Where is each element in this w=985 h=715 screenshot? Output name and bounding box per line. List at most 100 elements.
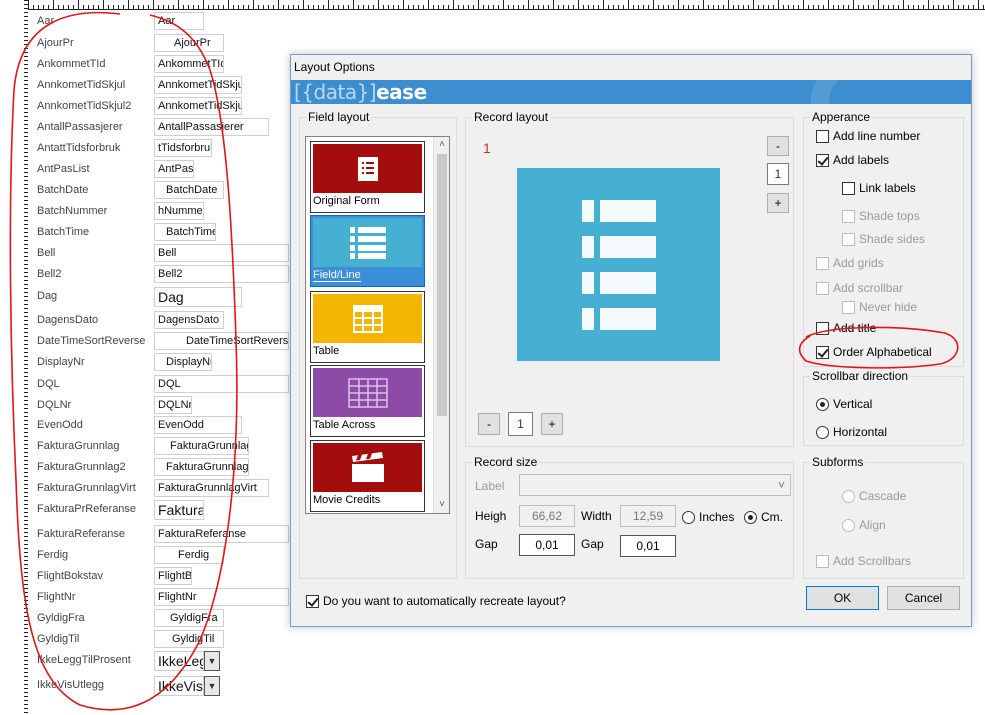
align-radio[interactable]: Align <box>842 518 886 532</box>
form-field-control[interactable]: hNummer <box>154 202 204 220</box>
form-field-label[interactable]: Bell2 <box>37 268 61 280</box>
form-field-label[interactable]: FakturaGrunnlagVirt <box>37 482 136 494</box>
record-bottom-minus-button[interactable]: - <box>478 413 500 435</box>
form-field-control[interactable]: FlightNr <box>154 588 289 606</box>
form-field-control[interactable]: GyldigFra <box>154 609 224 627</box>
layout-option-field-line[interactable]: Field/Line <box>310 215 425 287</box>
add-scrollbars-checkbox[interactable]: Add Scrollbars <box>816 554 911 568</box>
form-field-control[interactable]: DisplayNr <box>154 353 212 371</box>
order-alphabetical-checkbox[interactable]: Order Alphabetical <box>816 345 932 359</box>
form-field-label[interactable]: DQL <box>37 378 60 390</box>
form-field-control[interactable]: Aar <box>154 12 204 30</box>
form-field-label[interactable]: DagensDato <box>37 314 98 326</box>
chevron-down-icon[interactable]: ▼ <box>204 676 220 696</box>
never-hide-checkbox[interactable]: Never hide <box>842 300 917 314</box>
form-field-label[interactable]: GyldigFra <box>37 612 85 624</box>
form-field-label[interactable]: FakturaGrunnlag <box>37 440 120 452</box>
gap2-input[interactable]: 0,01 <box>620 535 676 557</box>
form-field-control[interactable]: Ferdig <box>154 546 224 564</box>
form-field-label[interactable]: AnnkometTidSkjul <box>37 79 125 91</box>
form-field-control[interactable]: Dag <box>154 287 242 307</box>
form-field-control[interactable]: FakturaGrunnlagVirt <box>154 479 269 497</box>
form-field-label[interactable]: FakturaGrunnlag2 <box>37 461 126 473</box>
form-field-label[interactable]: FakturaPrReferanse <box>37 503 136 515</box>
horizontal-radio[interactable]: Horizontal <box>816 425 887 439</box>
form-field-label[interactable]: EvenOdd <box>37 419 83 431</box>
form-field-control[interactable]: Bell <box>154 244 289 262</box>
add-labels-checkbox[interactable]: Add labels <box>816 153 889 167</box>
form-field-control[interactable]: Fakturaf <box>154 500 204 520</box>
form-field-label[interactable]: Dag <box>37 290 57 302</box>
form-field-label[interactable]: Bell <box>37 247 55 259</box>
form-field-label[interactable]: AntallPassasjerer <box>37 121 123 133</box>
scrollbar-thumb[interactable] <box>437 154 447 416</box>
add-grids-checkbox[interactable]: Add grids <box>816 256 884 270</box>
form-field-control[interactable]: AnnkometTidSkjul <box>154 76 242 94</box>
gap-input[interactable]: 0,01 <box>519 534 575 556</box>
link-labels-checkbox[interactable]: Link labels <box>842 181 916 195</box>
vertical-radio[interactable]: Vertical <box>816 397 872 411</box>
form-field-control[interactable]: IkkeLegg <box>154 651 204 671</box>
form-field-label[interactable]: Aar <box>37 15 54 27</box>
form-field-control[interactable]: DateTimeSortReverse <box>154 332 289 350</box>
form-field-label[interactable]: AjourPr <box>37 37 74 49</box>
record-side-count[interactable]: 1 <box>767 163 789 185</box>
form-field-control[interactable]: BatchTime <box>154 223 216 241</box>
form-field-control[interactable]: AnkommetTId <box>154 55 224 73</box>
inches-radio[interactable]: Inches <box>682 510 734 524</box>
form-field-control[interactable]: AnnkometTidSkjul <box>154 97 242 115</box>
add-line-number-checkbox[interactable]: Add line number <box>816 129 920 143</box>
width-input[interactable]: 12,59 <box>620 505 676 527</box>
chevron-up-icon[interactable]: ˄ <box>434 137 449 153</box>
form-field-control[interactable]: tTidsforbruk <box>154 139 212 157</box>
form-field-control[interactable]: FakturaReferanse <box>154 525 289 543</box>
layout-option-table[interactable]: Table <box>310 291 425 363</box>
ok-button[interactable]: OK <box>806 586 879 610</box>
add-title-checkbox[interactable]: Add title <box>816 321 876 335</box>
form-field-label[interactable]: AnnkometTidSkjul2 <box>37 100 131 112</box>
record-bottom-count[interactable]: 1 <box>508 412 533 436</box>
cancel-button[interactable]: Cancel <box>887 586 960 610</box>
form-field-control[interactable]: GyldigTil <box>154 630 224 648</box>
form-field-label[interactable]: FlightNr <box>37 591 76 603</box>
layout-list-scrollbar[interactable]: ˄ ˅ <box>433 137 449 513</box>
shade-sides-checkbox[interactable]: Shade sides <box>842 232 925 246</box>
form-field-label[interactable]: DateTimeSortReverse <box>37 335 145 347</box>
form-field-control[interactable]: DQL <box>154 375 289 393</box>
form-field-control[interactable]: Bell2 <box>154 265 289 283</box>
form-field-label[interactable]: IkkeLeggTilProsent <box>37 654 131 666</box>
shade-tops-checkbox[interactable]: Shade tops <box>842 209 920 223</box>
form-field-label[interactable]: FlightBokstav <box>37 570 103 582</box>
form-field-control[interactable]: AjourPr <box>154 34 224 52</box>
field-layout-list[interactable]: Original Form Field/Line Table Table Across… <box>305 136 450 514</box>
form-field-label[interactable]: GyldigTil <box>37 633 79 645</box>
label-dropdown[interactable]: ˅ <box>519 474 791 496</box>
form-field-control[interactable]: FakturaGrunnlag2 <box>154 458 249 476</box>
form-field-label[interactable]: DQLNr <box>37 399 71 411</box>
cm-radio[interactable]: Cm. <box>744 510 783 524</box>
form-field-label[interactable]: DisplayNr <box>37 356 85 368</box>
form-field-control[interactable]: IkkeVisU <box>154 676 204 696</box>
record-bottom-plus-button[interactable]: + <box>541 413 563 435</box>
form-field-control[interactable]: DagensDato <box>154 311 224 329</box>
form-field-label[interactable]: Ferdig <box>37 549 68 561</box>
layout-option-original-form[interactable]: Original Form <box>310 141 425 213</box>
form-field-control[interactable]: BatchDate <box>154 181 224 199</box>
record-side-minus-button[interactable]: - <box>767 136 789 156</box>
add-scrollbar-checkbox[interactable]: Add scrollbar <box>816 281 903 295</box>
form-field-label[interactable]: FakturaReferanse <box>37 528 125 540</box>
form-field-control[interactable]: FakturaGrunnlag <box>154 437 249 455</box>
cascade-radio[interactable]: Cascade <box>842 489 906 503</box>
chevron-down-icon[interactable]: ˅ <box>434 497 449 513</box>
form-field-label[interactable]: IkkeVisUtlegg <box>37 679 104 691</box>
recreate-layout-checkbox[interactable]: Do you want to automatically recreate la… <box>306 594 566 608</box>
form-field-control[interactable]: EvenOdd <box>154 416 242 434</box>
layout-option-movie-credits[interactable]: Movie Credits <box>310 440 425 512</box>
form-field-label[interactable]: AnkommetTId <box>37 58 105 70</box>
form-field-label[interactable]: AntattTidsforbruk <box>37 142 120 154</box>
form-field-control[interactable]: AntallPassasjerer <box>154 118 269 136</box>
layout-option-table-across[interactable]: Table Across <box>310 365 425 437</box>
form-field-label[interactable]: AntPasList <box>37 163 90 175</box>
form-field-label[interactable]: BatchTime <box>37 226 89 238</box>
form-field-label[interactable]: BatchDate <box>37 184 88 196</box>
